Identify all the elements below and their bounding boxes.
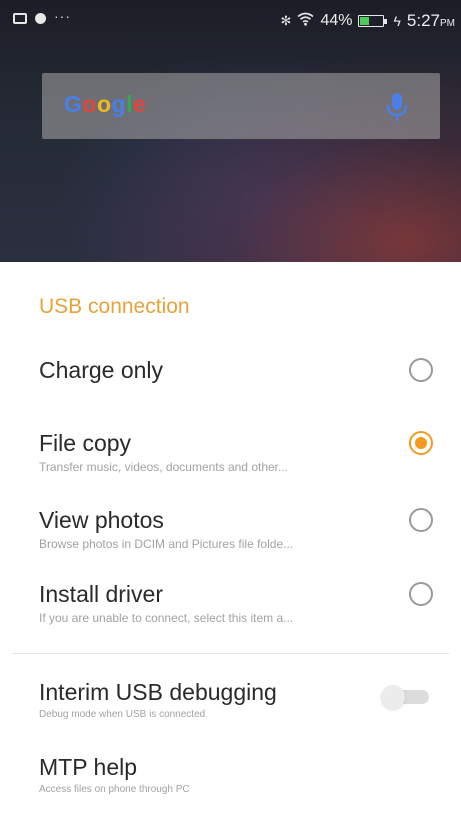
google-logo-letter: o <box>96 91 112 117</box>
option-description: Debug mode when USB is connected <box>39 709 206 720</box>
google-logo-letter: e <box>132 91 147 117</box>
usb-connection-dialog: USB connection Charge only File copy Tra… <box>0 262 461 817</box>
battery-level-fill <box>360 17 370 25</box>
option-description: Access files on phone through PC <box>39 784 190 795</box>
notification-icons: ··· <box>13 8 71 24</box>
usb-debugging-toggle[interactable] <box>381 684 429 709</box>
section-divider <box>12 653 449 654</box>
option-label: Charge only <box>39 357 164 383</box>
battery-icon <box>358 15 388 27</box>
google-logo-letter: o <box>82 91 97 117</box>
option-label: File copy <box>39 430 132 456</box>
clock-suffix: PM <box>440 18 455 29</box>
radio-view-photos[interactable] <box>409 508 433 532</box>
clock-time: 5:27 <box>406 11 440 30</box>
radio-install-driver[interactable] <box>409 582 433 606</box>
google-logo-letter: g <box>111 91 127 117</box>
google-logo: Google <box>64 91 146 118</box>
status-dot-icon <box>35 13 46 24</box>
option-description: Transfer music, videos, documents and ot… <box>39 460 289 474</box>
more-icon: ··· <box>54 7 71 24</box>
option-label: MTP help <box>39 754 138 780</box>
dialog-title: USB connection <box>39 295 190 318</box>
google-logo-letter: l <box>126 91 133 117</box>
option-label: Install driver <box>39 581 163 607</box>
microphone-icon[interactable] <box>382 91 412 123</box>
system-icons: ✻ 44% ϟ 5:27PM <box>281 11 455 31</box>
bluetooth-icon: ✻ <box>280 13 292 28</box>
gallery-icon <box>13 13 27 24</box>
clock: 5:27PM <box>407 11 455 31</box>
screen: ··· ✻ 44% ϟ 5:27PM Google USB connection… <box>0 0 461 817</box>
google-search-bar[interactable]: Google <box>42 73 440 139</box>
option-description: Browse photos in DCIM and Pictures file … <box>39 537 294 551</box>
battery-percent: 44% <box>320 12 353 29</box>
wifi-icon <box>297 12 314 31</box>
google-logo-letter: G <box>64 91 83 117</box>
status-bar: ··· ✻ 44% ϟ 5:27PM <box>0 0 461 44</box>
option-label: Interim USB debugging <box>39 679 277 705</box>
radio-file-copy[interactable] <box>409 431 433 455</box>
option-label: View photos <box>39 507 164 533</box>
charging-icon: ϟ <box>393 13 401 29</box>
radio-charge-only[interactable] <box>409 358 433 382</box>
toggle-thumb <box>381 685 405 709</box>
option-description: If you are unable to connect, select thi… <box>39 611 294 625</box>
